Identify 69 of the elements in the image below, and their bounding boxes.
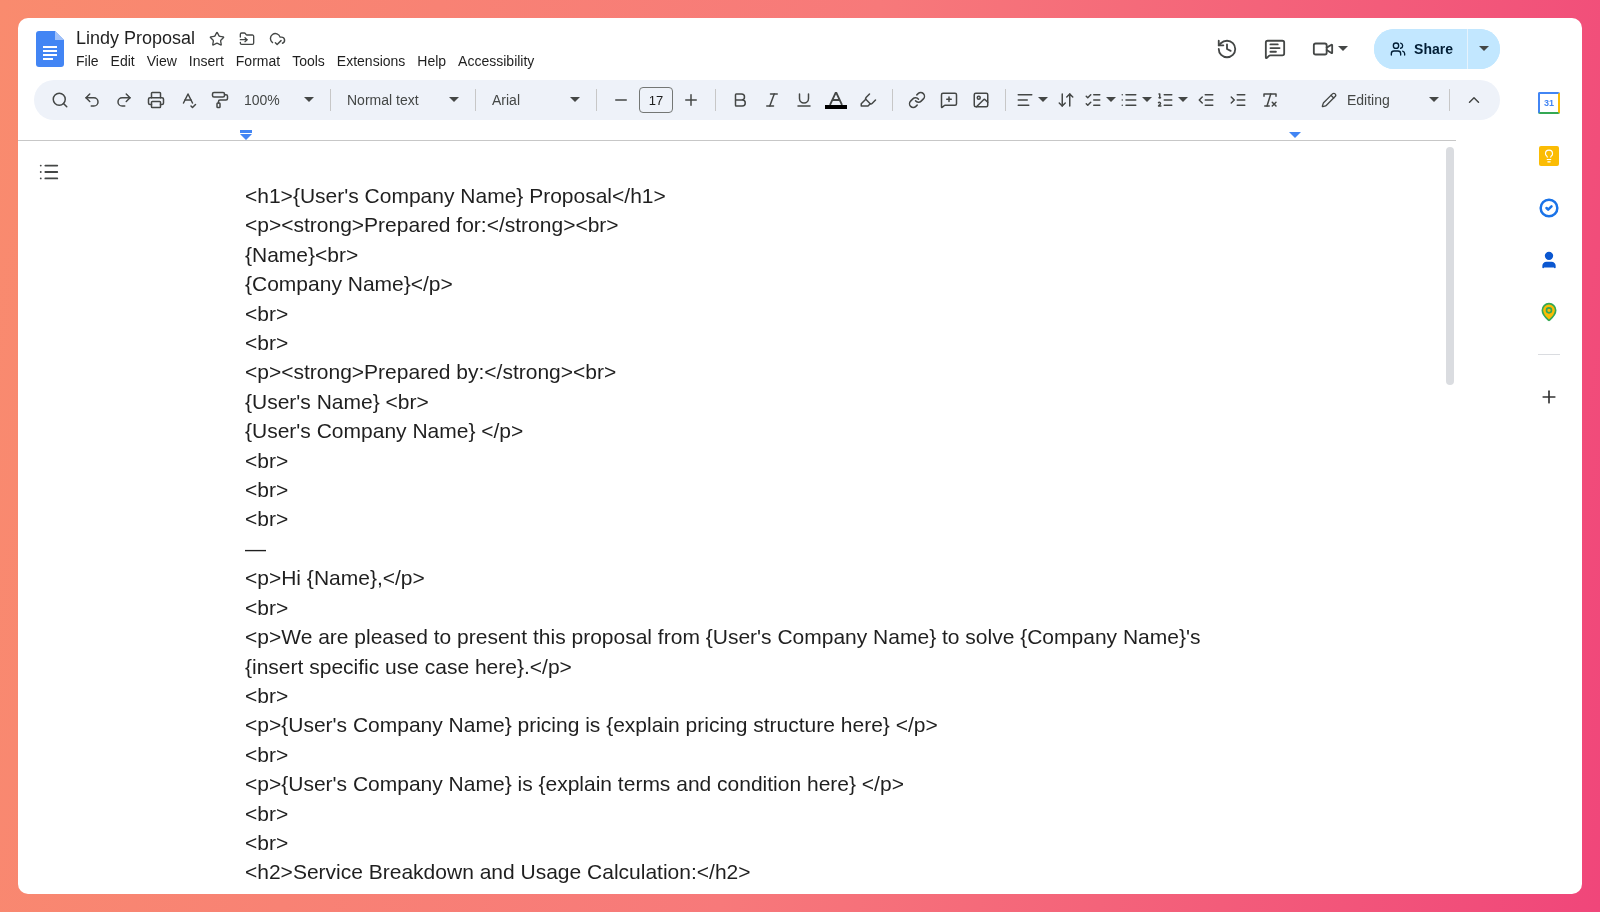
indent-marker-icon[interactable] (240, 130, 252, 140)
caret-icon (1142, 97, 1152, 103)
document-text-line: — (245, 535, 267, 562)
cloud-check-icon[interactable] (269, 30, 287, 47)
menu-item[interactable]: Help (411, 52, 453, 70)
document-text-line: <h2>Service Breakdown and Usage Calculation:</h2> (245, 859, 752, 886)
caret-icon (1479, 46, 1489, 52)
font-size-field[interactable]: 17 (639, 87, 673, 113)
document-text-line: <br> (245, 594, 290, 621)
menu-item[interactable]: Extensions (330, 52, 412, 70)
star-icon[interactable] (209, 30, 226, 47)
menu-item[interactable]: File (70, 52, 105, 70)
document-text-line: <p>{User's Company Name} pricing is {explain pricing structure here} </p> (245, 712, 939, 739)
document-text-line: <br> (245, 682, 290, 709)
caret-icon (1038, 97, 1048, 103)
document-text-line: <br> (245, 447, 290, 474)
document-text-line: {User's Company Name} </p> (245, 418, 525, 445)
document-text-line: <h1>{User's Company Name} Proposal</h1> (245, 183, 667, 209)
menu-item[interactable]: Accessibility (452, 52, 541, 70)
zoom-select[interactable]: 100% (238, 92, 320, 108)
document-text-line: <p>Hi {Name},</p> (245, 565, 426, 592)
document-text-line: {Company Name}</p> (245, 271, 454, 298)
check-circle-icon[interactable] (1539, 198, 1559, 218)
document-text-line: <br> (245, 300, 290, 327)
document-text-line: {User's Name} <br> (245, 388, 430, 415)
document-text-line: <br> (245, 829, 290, 856)
document-text-line: <br> (245, 506, 290, 533)
history-icon[interactable] (1216, 38, 1239, 60)
document-text-line: {Name}<br> (245, 241, 360, 268)
numbered-list-icon[interactable] (1156, 91, 1174, 109)
document-text-line: <br> (245, 800, 290, 827)
document-text-line: <br> (245, 477, 290, 504)
menu-item[interactable]: Edit (104, 52, 141, 70)
menu-item[interactable]: View (140, 52, 183, 70)
person-icon[interactable] (1539, 250, 1559, 270)
document-title[interactable]: Lindy Proposal (76, 28, 196, 49)
paragraph-style-select[interactable]: Normal text (341, 92, 465, 108)
document-text-line: <p>We are pleased to present this proposal from {User's Company Name} to solve {Company Name}'s (245, 624, 1201, 651)
caret-icon (304, 97, 314, 103)
font-select[interactable]: Arial (486, 92, 586, 108)
comment-icon[interactable] (1264, 38, 1287, 60)
share-button[interactable]: Share (1374, 29, 1468, 69)
caret-icon (1178, 97, 1188, 103)
calendar-icon[interactable]: 31 (1538, 92, 1560, 114)
align-left-icon[interactable] (1016, 91, 1034, 109)
document-text-line: <br> (245, 741, 290, 768)
caret-icon (570, 97, 580, 103)
menu-item[interactable]: Format (229, 52, 287, 70)
scrollbar[interactable] (1446, 147, 1454, 385)
map-pin-icon[interactable] (1539, 302, 1559, 322)
caret-icon (1429, 97, 1439, 103)
document-text-line: {insert specific use case here}.</p> (245, 653, 573, 680)
folder-icon[interactable] (239, 30, 256, 47)
docs-logo-icon[interactable] (36, 31, 64, 67)
editing-mode-select[interactable]: Editing (1321, 92, 1439, 108)
document-text-line: <br> (245, 330, 290, 357)
caret-icon (1106, 97, 1116, 103)
checklist-icon[interactable] (1084, 91, 1102, 109)
document-text-line: <p>{User's Company Name} is {explain terms and condition here} </p> (245, 771, 905, 798)
caret-icon (1338, 46, 1349, 52)
margin-marker-icon[interactable] (1289, 130, 1301, 138)
document-text-line: <p><strong>Prepared by:</strong><br> (245, 359, 618, 386)
bulleted-list-icon[interactable] (1120, 91, 1138, 109)
pencil-icon (1321, 92, 1337, 108)
menu-item[interactable]: Insert (182, 52, 230, 70)
caret-icon (449, 97, 459, 103)
menu-item[interactable]: Tools (286, 52, 331, 70)
people-icon (1390, 41, 1407, 57)
document-text-line: <p><strong>Prepared for:</strong><br> (245, 212, 620, 239)
